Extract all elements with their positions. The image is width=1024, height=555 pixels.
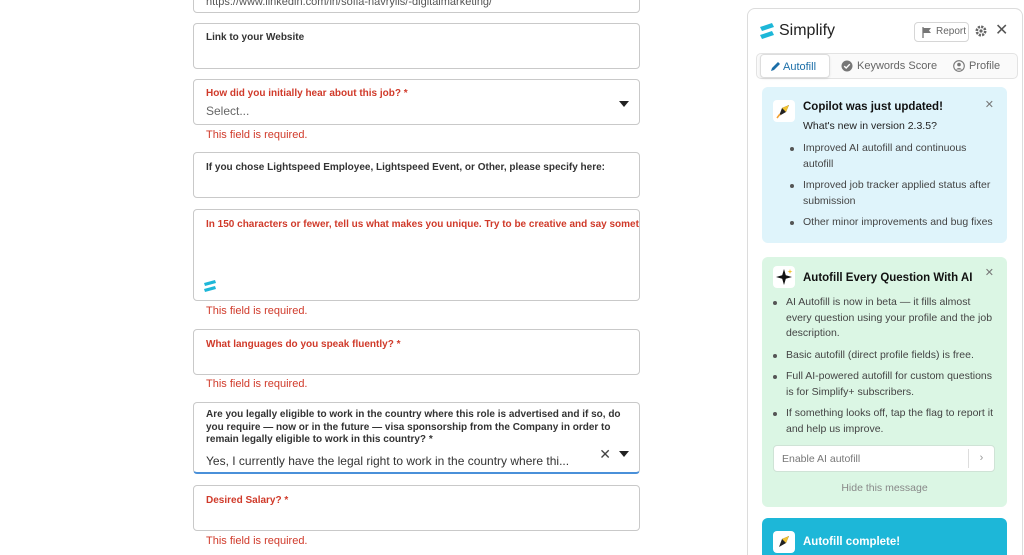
eligible-select[interactable]: Are you legally eligible to work in the …	[193, 402, 640, 474]
user-icon	[953, 60, 965, 72]
ai-autofill-card: Autofill Every Question With AI ✕ AI Aut…	[762, 257, 1007, 507]
enable-ai-autofill[interactable]: ›	[773, 445, 995, 472]
linkedin-value: https://www.linkedin.com/in/sofia-navryl…	[206, 0, 493, 8]
ai-card-title: Autofill Every Question With AI	[803, 272, 973, 284]
tab-profile[interactable]: Profile	[953, 54, 1013, 78]
complete-title: Autofill complete!	[803, 536, 901, 548]
salary-field[interactable]: Desired Salary? *	[193, 485, 640, 531]
close-icon[interactable]: ✕	[985, 98, 994, 111]
list-item: Improved AI autofill and continuous auto…	[790, 141, 999, 172]
list-item: Basic autofill (direct profile fields) i…	[773, 348, 998, 364]
website-field[interactable]: Link to your Website	[193, 23, 640, 69]
list-item: AI Autofill is now in beta — it fills al…	[773, 295, 998, 342]
flag-icon	[922, 27, 931, 38]
rocket-icon	[773, 531, 795, 553]
sparkle-icon	[773, 266, 795, 288]
simplify-logo-icon	[760, 23, 774, 39]
list-item: If something looks off, tap the flag to …	[773, 406, 998, 437]
pencil-icon	[771, 62, 780, 71]
application-page: https://www.linkedin.com/in/sofia-navryl…	[0, 0, 1024, 555]
unique-label: In 150 characters or fewer, tell us what…	[206, 219, 639, 230]
rocket-icon	[773, 100, 795, 122]
update-card: Copilot was just updated! What's new in …	[762, 87, 1007, 243]
simplify-panel: Simplify Report ✕ Autofill Keywords Scor…	[747, 8, 1023, 555]
website-label: Link to your Website	[206, 32, 305, 43]
chevron-down-icon[interactable]	[619, 101, 629, 107]
list-item: Improved job tracker applied status afte…	[790, 178, 999, 209]
salary-label: Desired Salary? *	[206, 495, 289, 506]
specify-label: If you chose Lightspeed Employee, Lights…	[206, 162, 605, 173]
salary-error: This field is required.	[206, 535, 308, 547]
check-circle-icon	[841, 60, 853, 72]
hear-about-placeholder: Select...	[206, 104, 250, 118]
ai-card-list: AI Autofill is now in beta — it fills al…	[773, 295, 998, 443]
close-icon[interactable]: ✕	[985, 266, 994, 279]
gear-icon[interactable]	[974, 24, 988, 38]
hear-about-select[interactable]: How did you initially hear about this jo…	[193, 79, 640, 125]
eligible-label: Are you legally eligible to work in the …	[206, 409, 621, 445]
hide-message-link[interactable]: Hide this message	[762, 482, 1007, 494]
update-title: Copilot was just updated!	[803, 101, 943, 113]
specify-field[interactable]: If you chose Lightspeed Employee, Lights…	[193, 152, 640, 198]
autofill-complete-card: Autofill complete!	[762, 518, 1007, 555]
panel-tabs: Autofill Keywords Score Profile	[756, 53, 1018, 79]
chevron-right-icon[interactable]: ›	[968, 449, 994, 468]
tab-keywords-score[interactable]: Keywords Score	[841, 54, 941, 78]
hear-about-label: How did you initially hear about this jo…	[206, 88, 408, 99]
enable-ai-autofill-input[interactable]	[782, 451, 962, 467]
languages-field[interactable]: What languages do you speak fluently? *	[193, 329, 640, 375]
clear-icon[interactable]: ✕	[599, 447, 611, 461]
update-list: Improved AI autofill and continuous auto…	[790, 141, 999, 237]
list-item: Other minor improvements and bug fixes	[790, 215, 999, 231]
brand-name: Simplify	[779, 22, 836, 39]
report-button[interactable]: Report	[914, 22, 969, 42]
chevron-down-icon[interactable]	[619, 451, 629, 457]
eligible-value: Yes, I currently have the legal right to…	[206, 454, 570, 468]
hear-about-error: This field is required.	[206, 129, 308, 141]
close-icon[interactable]: ✕	[995, 23, 1008, 39]
languages-error: This field is required.	[206, 378, 308, 390]
simplify-logo-icon[interactable]	[202, 278, 218, 294]
tab-autofill[interactable]: Autofill	[760, 54, 830, 78]
unique-error: This field is required.	[206, 305, 308, 317]
languages-label: What languages do you speak fluently? *	[206, 339, 401, 350]
update-subtitle: What's new in version 2.3.5?	[803, 120, 937, 132]
unique-textarea[interactable]: In 150 characters or fewer, tell us what…	[193, 209, 640, 301]
panel-header: Simplify Report ✕	[748, 9, 1022, 53]
list-item: Full AI-powered autofill for custom ques…	[773, 369, 998, 400]
